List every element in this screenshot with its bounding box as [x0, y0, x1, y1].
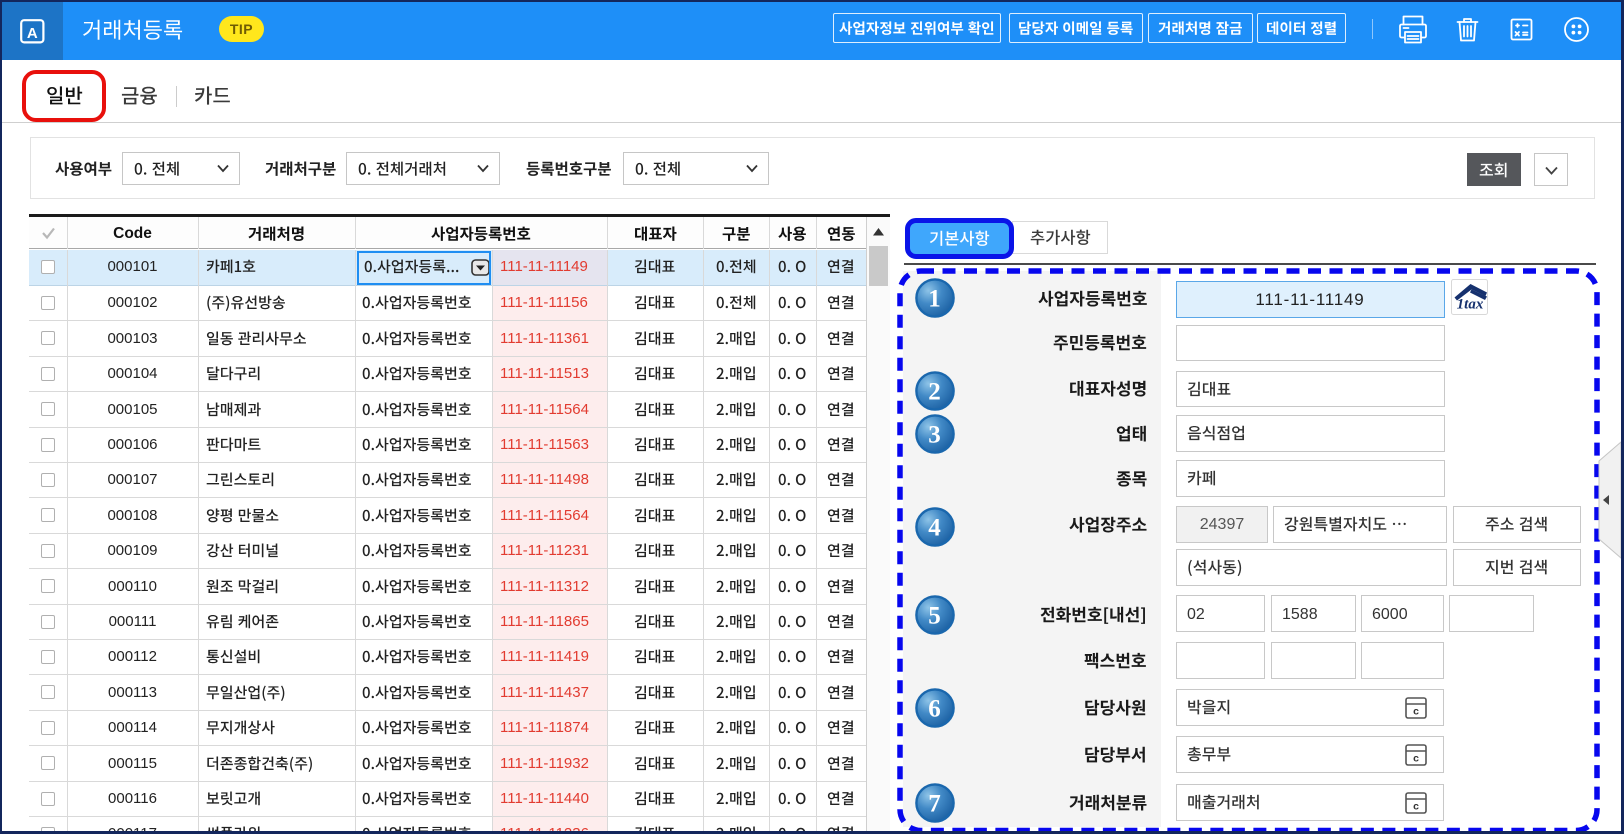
svg-text:A: A [27, 25, 38, 42]
